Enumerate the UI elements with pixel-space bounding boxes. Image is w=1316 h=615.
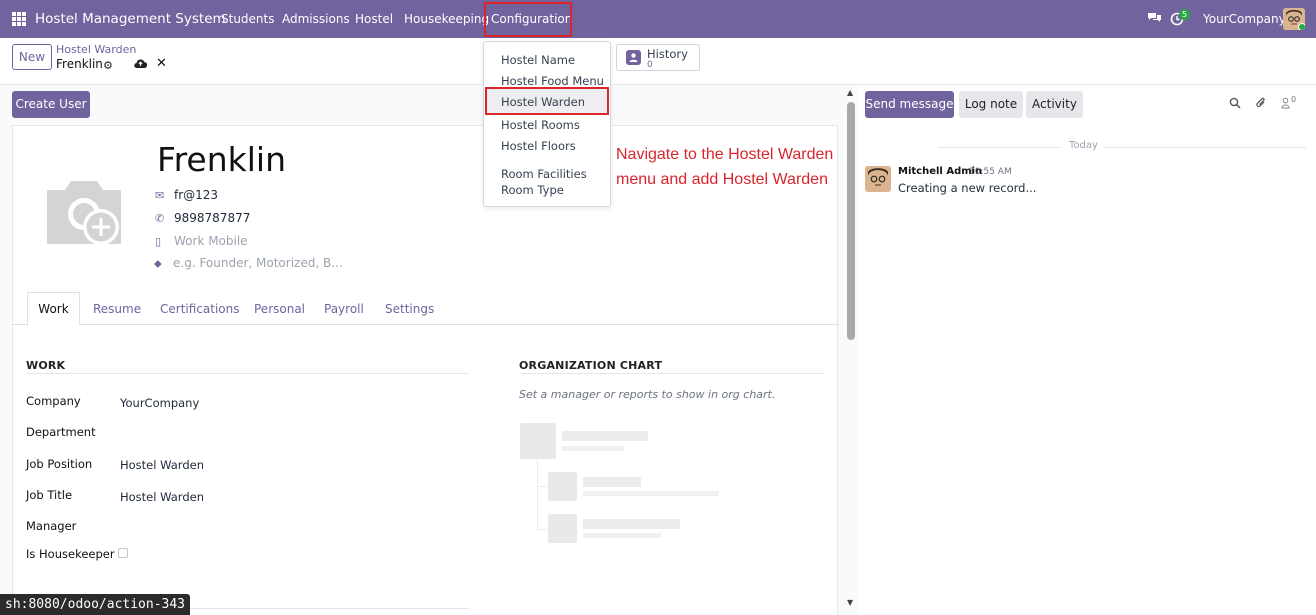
tab-resume[interactable]: Resume xyxy=(93,302,141,316)
followers-count: 0 xyxy=(1291,95,1297,104)
menu-hostel[interactable]: Hostel xyxy=(355,12,393,26)
menu-housekeeping[interactable]: Housekeeping xyxy=(404,12,489,26)
tags-field[interactable]: ⬥ e.g. Founder, Motorized, B... xyxy=(154,256,343,271)
menu-item-hostel-warden[interactable]: Hostel Warden xyxy=(485,87,609,115)
breadcrumb-current: Frenklin xyxy=(56,57,103,71)
tab-personal[interactable]: Personal xyxy=(254,302,305,316)
user-avatar[interactable] xyxy=(1283,8,1305,30)
menu-item-hostel-food-menu[interactable]: Hostel Food Menu xyxy=(501,74,604,88)
job-title-field[interactable]: Hostel Warden xyxy=(120,490,204,504)
manager-label: Manager xyxy=(26,519,77,533)
camera-plus-icon[interactable] xyxy=(43,176,125,248)
paperclip-icon[interactable] xyxy=(1255,96,1267,110)
history-count: 0 xyxy=(647,60,653,70)
tab-payroll[interactable]: Payroll xyxy=(324,302,364,316)
history-button[interactable]: History 0 xyxy=(616,44,700,71)
author-avatar[interactable] xyxy=(865,166,891,192)
message-time: 10:55 AM xyxy=(969,167,1012,177)
activity-count-badge: 5 xyxy=(1179,9,1191,20)
menu-item-hostel-warden-label: Hostel Warden xyxy=(501,95,585,109)
email-field[interactable]: ✉ fr@123 xyxy=(155,188,218,202)
top-navbar: Hostel Management System Students Admiss… xyxy=(0,0,1316,38)
chatter-panel: Send message Log note Activity 0 Today M… xyxy=(858,85,1316,615)
close-icon[interactable]: ✕ xyxy=(156,56,167,71)
history-icon xyxy=(626,50,641,65)
envelope-icon: ✉ xyxy=(155,189,165,202)
gear-icon[interactable]: ⚙ xyxy=(103,59,113,72)
employee-name[interactable]: Frenklin xyxy=(157,140,286,179)
mobile-field[interactable]: ▯ Work Mobile xyxy=(155,234,248,248)
new-button[interactable]: New xyxy=(12,44,52,70)
is-housekeeper-label: Is Housekeeper xyxy=(26,547,115,561)
status-url: sh:8080/odoo/action-343 xyxy=(0,594,191,615)
log-note-button[interactable]: Log note xyxy=(959,91,1023,118)
menu-admissions[interactable]: Admissions xyxy=(282,12,350,26)
configuration-highlight-box xyxy=(484,2,572,37)
menu-item-hostel-rooms[interactable]: Hostel Rooms xyxy=(501,118,580,132)
tags-icon: ⬥ xyxy=(154,257,162,270)
send-message-button[interactable]: Send message xyxy=(865,91,954,118)
tab-certifications[interactable]: Certifications xyxy=(160,302,239,316)
follower-icon[interactable] xyxy=(1281,97,1290,109)
date-separator: Today xyxy=(858,140,1316,154)
menu-item-hostel-floors[interactable]: Hostel Floors xyxy=(501,139,576,153)
configuration-dropdown: Hostel Name Hostel Food Menu Room Facili… xyxy=(483,41,611,207)
form-sheet: Frenklin ✉ fr@123 ✆ 9898787877 ▯ Work Mobil… xyxy=(12,125,839,615)
divider xyxy=(519,373,825,374)
create-user-button[interactable]: Create User xyxy=(12,91,90,118)
menu-item-hostel-name[interactable]: Hostel Name xyxy=(501,53,575,67)
job-title-label: Job Title xyxy=(26,488,73,502)
message-body: Creating a new record... xyxy=(898,181,1037,195)
tab-work[interactable]: Work xyxy=(27,292,80,326)
search-icon[interactable] xyxy=(1229,97,1241,109)
apps-grid-icon[interactable] xyxy=(12,12,26,26)
instruction-annotation: Navigate to the Hostel Warden menu and a… xyxy=(616,146,834,188)
job-position-label: Job Position xyxy=(26,457,93,471)
menu-students[interactable]: Students xyxy=(221,12,275,26)
company-switcher[interactable]: YourCompany xyxy=(1203,12,1286,26)
chat-icon[interactable] xyxy=(1147,12,1162,24)
tab-settings[interactable]: Settings xyxy=(385,302,434,316)
department-label: Department xyxy=(26,425,96,439)
app-title[interactable]: Hostel Management System xyxy=(35,11,226,27)
breadcrumb-parent[interactable]: Hostel Warden xyxy=(56,43,136,56)
org-chart-hint: Set a manager or reports to show in org … xyxy=(519,388,776,401)
org-chart-title: ORGANIZATION CHART xyxy=(519,359,663,372)
phone-field[interactable]: ✆ 9898787877 xyxy=(155,211,250,225)
form-tabs: Work Resume Certifications Personal Payr… xyxy=(13,292,839,326)
form-scrollbar[interactable]: ▲ ▼ xyxy=(846,88,856,615)
company-field[interactable]: YourCompany xyxy=(120,396,199,410)
control-panel: New Hostel Warden Frenklin ⚙ ✕ History 0 xyxy=(0,38,1316,85)
is-housekeeper-checkbox[interactable] xyxy=(118,548,128,558)
mobile-icon: ▯ xyxy=(155,235,162,248)
menu-item-room-type[interactable]: Room Type xyxy=(501,183,564,197)
menu-item-room-facilities[interactable]: Room Facilities xyxy=(501,167,587,181)
divider xyxy=(26,373,469,374)
cloud-save-icon[interactable] xyxy=(134,58,147,69)
phone-icon: ✆ xyxy=(155,212,165,225)
job-position-field[interactable]: Hostel Warden xyxy=(120,458,204,472)
history-label: History xyxy=(647,47,688,61)
company-label: Company xyxy=(26,394,81,408)
work-section-title: WORK xyxy=(26,359,66,372)
activity-button[interactable]: Activity xyxy=(1026,91,1083,118)
